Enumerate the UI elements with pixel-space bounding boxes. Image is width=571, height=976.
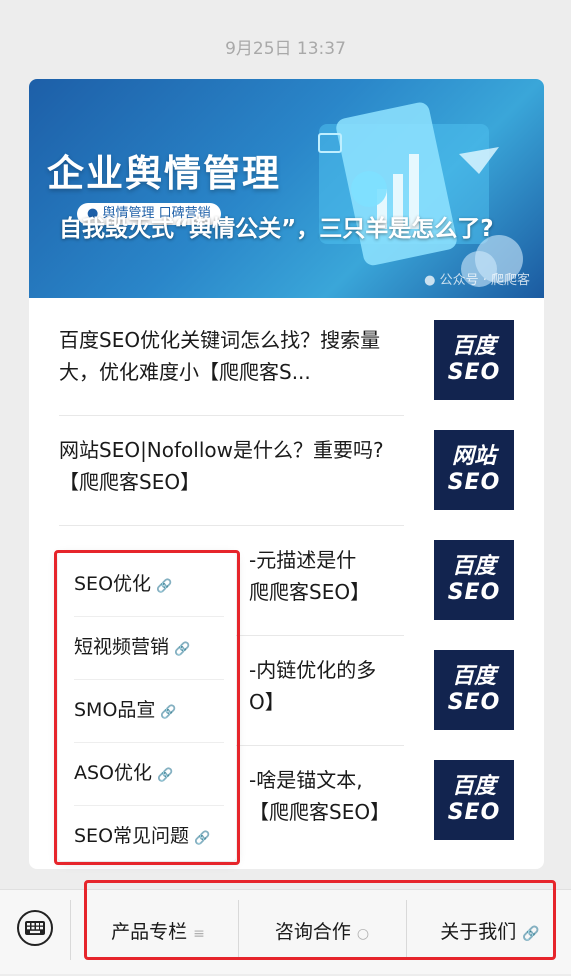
article-thumbnail: 百度 SEO — [434, 540, 514, 620]
article-title-line2: 爬爬客SEO】 — [249, 580, 371, 604]
keyboard-icon — [25, 921, 45, 935]
article-title: -内链优化的多 — [249, 658, 377, 682]
article-thumbnail: 百度 SEO — [434, 320, 514, 400]
article-thumbnail: 百度 SEO — [434, 650, 514, 730]
article-title-line2: 【爬爬客SEO】 — [249, 800, 391, 824]
thumb-top-text: 百度 — [451, 774, 496, 799]
thumb-bottom-text: SEO — [447, 800, 501, 825]
thumb-bottom-text: SEO — [447, 470, 501, 495]
hero-source-label: 公众号 · 爬爬客 — [439, 273, 530, 288]
hero-title: 自我毁灭式“舆情公关”，三只羊是怎么了? — [59, 216, 494, 242]
hero-source: ● 公众号 · 爬爬客 — [424, 269, 530, 288]
article-title: 百度SEO优化关键词怎么找？搜索量大，优化难度小【爬爬客S... — [59, 328, 381, 384]
timestamp: 9月25日 13:37 — [225, 39, 346, 59]
hero-article[interactable]: 企业舆情管理 ● 舆情管理 口碑营销 自我毁灭式“舆情公关”，三只羊是怎么了? … — [29, 79, 544, 298]
keyboard-toggle-button[interactable] — [17, 910, 53, 946]
article-thumbnail: 网站 SEO — [434, 430, 514, 510]
thumb-top-text: 百度 — [451, 664, 496, 689]
hero-brand-text: 企业舆情管理 — [47, 152, 281, 195]
article-thumbnail: 百度 SEO — [434, 760, 514, 840]
list-item[interactable]: 网站SEO|Nofollow是什么？重要吗?【爬爬客SEO】 网站 SEO — [59, 408, 514, 518]
article-title-line2: O】 — [249, 690, 285, 714]
thumb-top-text: 网站 — [451, 444, 496, 469]
highlight-box — [84, 880, 556, 960]
thumb-bottom-text: SEO — [447, 360, 501, 385]
wechat-icon: ● — [424, 273, 436, 288]
thumb-bottom-text: SEO — [447, 580, 501, 605]
highlight-box — [54, 550, 240, 865]
thumb-top-text: 百度 — [451, 334, 496, 359]
divider — [70, 900, 71, 960]
article-title: 网站SEO|Nofollow是什么？重要吗?【爬爬客SEO】 — [59, 438, 384, 494]
article-title: -元描述是什 — [249, 548, 357, 572]
list-item[interactable]: 百度SEO优化关键词怎么找？搜索量大，优化难度小【爬爬客S... 百度 SEO — [59, 298, 514, 408]
article-title: -啥是锚文本, — [249, 768, 363, 792]
thumb-top-text: 百度 — [451, 554, 496, 579]
thumb-bottom-text: SEO — [447, 690, 501, 715]
